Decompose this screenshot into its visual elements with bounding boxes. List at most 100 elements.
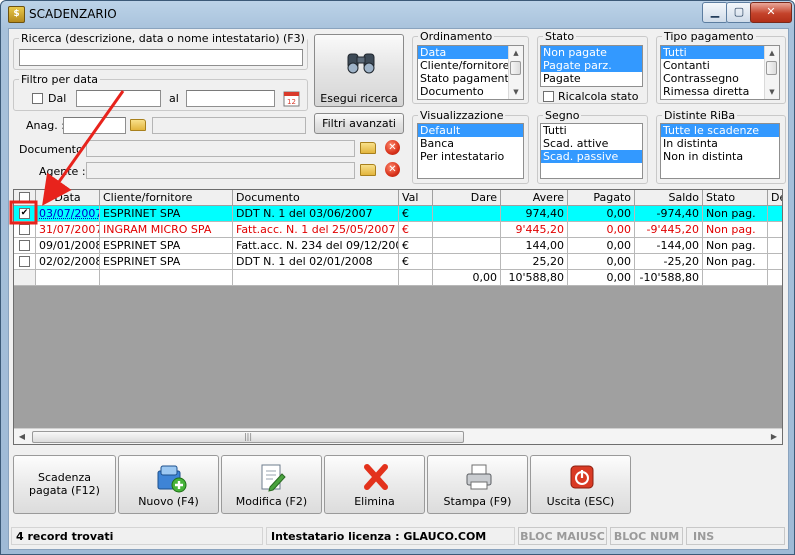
- close-button[interactable]: ✕: [750, 2, 792, 23]
- stato-list[interactable]: Non pagate Pagate parz. Pagate: [540, 45, 643, 87]
- stato-item[interactable]: Pagate: [541, 72, 642, 85]
- scadenza-pagata-label: Scadenza pagata (F12): [29, 471, 100, 497]
- table-cell: €: [399, 254, 433, 270]
- column-header[interactable]: Documento: [233, 190, 399, 206]
- select-all-header[interactable]: [14, 190, 36, 206]
- maximize-button[interactable]: ▢: [726, 2, 752, 23]
- scroll-up-icon[interactable]: ▲: [765, 47, 779, 59]
- column-header[interactable]: Dare: [433, 190, 501, 206]
- edit-pencil-icon: [261, 464, 286, 492]
- document-lookup-button[interactable]: [360, 139, 378, 157]
- scadenza-pagata-button[interactable]: Scadenza pagata (F12): [13, 455, 116, 514]
- table-cell: [768, 254, 782, 270]
- visualizzazione-list[interactable]: Default Banca Per intestatario: [417, 123, 524, 179]
- table-cell: Fatt.acc. N. 234 del 09/12/2007: [233, 238, 399, 254]
- segno-item[interactable]: Tutti: [541, 124, 642, 137]
- date-from-input[interactable]: [76, 90, 161, 107]
- column-header[interactable]: Cliente/fornitore: [100, 190, 233, 206]
- anag-code-input[interactable]: [63, 117, 126, 134]
- stato-item[interactable]: Pagate parz.: [541, 59, 642, 72]
- scroll-thumb[interactable]: [510, 61, 521, 75]
- scroll-down-icon[interactable]: ▼: [765, 86, 779, 98]
- exit-button[interactable]: Uscita (ESC): [530, 455, 631, 514]
- table-cell: [433, 238, 501, 254]
- stato-title: Stato: [543, 30, 577, 43]
- table-cell: 0,00: [568, 254, 635, 270]
- date-filter-checkbox[interactable]: [32, 93, 43, 104]
- table-row[interactable]: 02/02/2008 ESPRINET SPA DDT N. 1 del 02/01…: [14, 254, 782, 270]
- scroll-thumb[interactable]: |||: [32, 431, 464, 443]
- tipo-pagamento-item[interactable]: Tutti: [661, 46, 779, 59]
- segno-list[interactable]: Tutti Scad. attive Scad. passive: [540, 123, 643, 179]
- power-icon: [570, 465, 594, 489]
- grid-horizontal-scrollbar[interactable]: ◀ ||| ▶: [14, 428, 782, 444]
- advanced-filters-button[interactable]: Filtri avanzati: [314, 113, 404, 134]
- table-cell: 974,40: [501, 206, 568, 222]
- row-select-cell[interactable]: [14, 238, 36, 254]
- table-row[interactable]: ✔ 03/07/2007 ESPRINET SPA DDT N. 1 del 03/0…: [14, 206, 782, 222]
- tipo-pagamento-list[interactable]: Tutti Contanti Contrassegno Rimessa dire…: [660, 45, 780, 100]
- row-select-cell[interactable]: ✔: [14, 206, 36, 222]
- visualizzazione-item[interactable]: Banca: [418, 137, 523, 150]
- scroll-up-icon[interactable]: ▲: [509, 47, 523, 59]
- date-to-label: al: [169, 92, 179, 105]
- distinte-riba-list[interactable]: Tutte le scadenze In distinta Non in dis…: [660, 123, 780, 179]
- select-all-checkbox[interactable]: [19, 192, 30, 203]
- agent-lookup-button[interactable]: [360, 161, 378, 179]
- search-button[interactable]: Esegui ricerca: [314, 34, 404, 107]
- row-select-cell[interactable]: [14, 222, 36, 238]
- row-checkbox[interactable]: [19, 256, 30, 267]
- edit-button-label: Modifica (F2): [235, 495, 308, 508]
- new-button[interactable]: Nuovo (F4): [118, 455, 219, 514]
- agent-clear-button[interactable]: ✕: [385, 161, 403, 179]
- row-checkbox[interactable]: ✔: [19, 208, 30, 219]
- recalc-checkbox[interactable]: [543, 91, 554, 102]
- column-header[interactable]: Saldo: [635, 190, 703, 206]
- column-header[interactable]: Data: [36, 190, 100, 206]
- row-checkbox[interactable]: [19, 240, 30, 251]
- visualizzazione-item[interactable]: Per intestatario: [418, 150, 523, 163]
- scroll-down-icon[interactable]: ▼: [509, 86, 523, 98]
- column-header[interactable]: Val: [399, 190, 433, 206]
- segno-item[interactable]: Scad. passive: [541, 150, 642, 163]
- status-license: Intestatario licenza : GLAUCO.COM: [266, 527, 515, 545]
- stato-item[interactable]: Non pagate: [541, 46, 642, 59]
- scroll-left-icon[interactable]: ◀: [14, 429, 30, 444]
- document-clear-button[interactable]: ✕: [385, 139, 403, 157]
- distinte-riba-item[interactable]: Tutte le scadenze: [661, 124, 779, 137]
- scroll-right-icon[interactable]: ▶: [766, 429, 782, 444]
- calendar-button[interactable]: 12: [283, 90, 300, 107]
- anag-lookup-button[interactable]: [130, 116, 148, 134]
- table-cell: [433, 254, 501, 270]
- distinte-riba-item[interactable]: In distinta: [661, 137, 779, 150]
- column-header[interactable]: Stato: [703, 190, 768, 206]
- table-row[interactable]: 09/01/2008 ESPRINET SPA Fatt.acc. N. 234 d…: [14, 238, 782, 254]
- minimize-button[interactable]: ▁: [702, 2, 728, 23]
- table-row[interactable]: 31/07/2007 INGRAM MICRO SPA Fatt.acc. N. 1…: [14, 222, 782, 238]
- tipo-pagamento-scrollbar[interactable]: ▲ ▼: [764, 46, 779, 99]
- title-bar[interactable]: $ SCADENZARIO ▁ ▢ ✕: [1, 1, 794, 27]
- scroll-thumb[interactable]: [766, 61, 777, 75]
- status-record-count: 4 record trovati: [11, 527, 263, 545]
- tipo-pagamento-item[interactable]: Contrassegno: [661, 72, 779, 85]
- tipo-pagamento-item[interactable]: Rimessa diretta: [661, 85, 779, 98]
- search-input[interactable]: [19, 49, 303, 66]
- column-header[interactable]: Avere: [501, 190, 568, 206]
- ordinamento-list[interactable]: Data Cliente/fornitore Stato pagamento D…: [417, 45, 524, 100]
- segno-item[interactable]: Scad. attive: [541, 137, 642, 150]
- document-field: [86, 140, 355, 157]
- visualizzazione-item[interactable]: Default: [418, 124, 523, 137]
- ordinamento-scrollbar[interactable]: ▲ ▼: [508, 46, 523, 99]
- print-button[interactable]: Stampa (F9): [427, 455, 528, 514]
- row-select-cell[interactable]: [14, 254, 36, 270]
- column-header[interactable]: Pagato: [568, 190, 635, 206]
- column-header[interactable]: De: [768, 190, 782, 206]
- date-to-input[interactable]: [186, 90, 275, 107]
- edit-button[interactable]: Modifica (F2): [221, 455, 322, 514]
- tipo-pagamento-item[interactable]: Contanti: [661, 59, 779, 72]
- distinte-riba-item[interactable]: Non in distinta: [661, 150, 779, 163]
- table-cell: Fatt.acc. N. 1 del 25/05/2007: [233, 222, 399, 238]
- scadenze-grid[interactable]: Data Cliente/fornitore Documento Val Dar…: [13, 189, 783, 445]
- delete-button[interactable]: Elimina: [324, 455, 425, 514]
- row-checkbox[interactable]: [19, 224, 30, 235]
